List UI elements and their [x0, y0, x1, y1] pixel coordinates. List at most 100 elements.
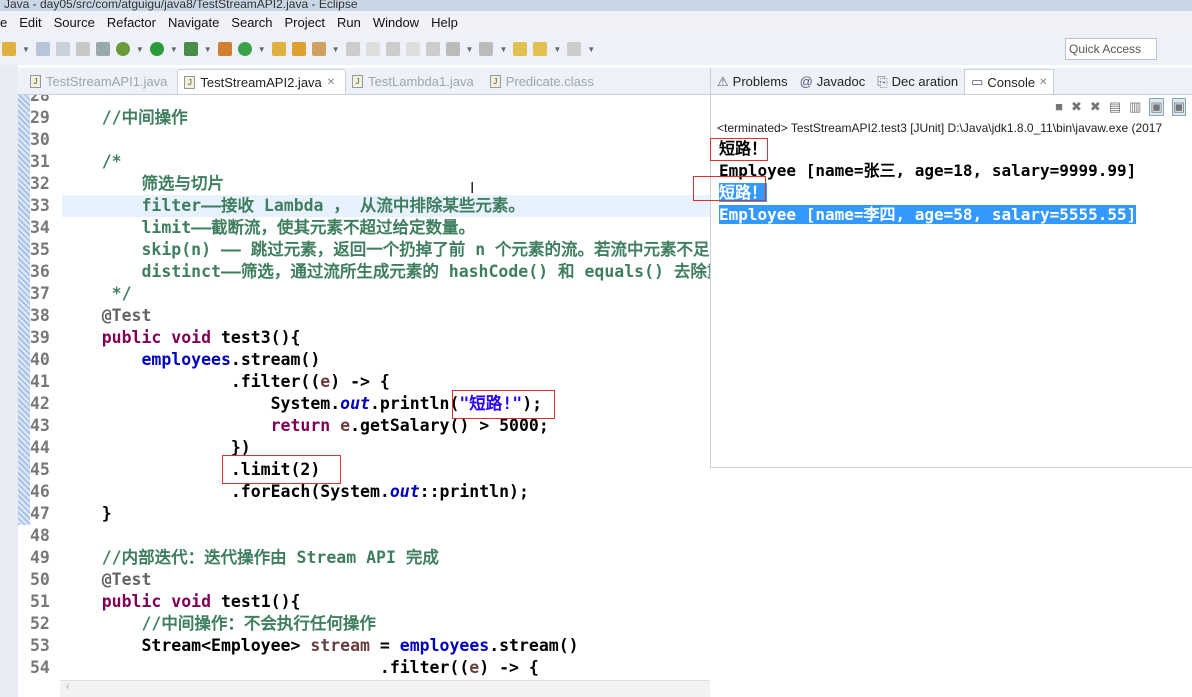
code-token: /* [101, 152, 122, 171]
code-line: 43 return e.getSalary() > 5000; [18, 415, 710, 437]
code-line: 30 [18, 129, 710, 151]
debug-icon[interactable] [115, 42, 130, 56]
code-text: employees.stream() [62, 349, 320, 371]
code-line: 35 skip(n) —— 跳过元素，返回一个扔掉了前 n 个元素的流。若流中元… [18, 239, 710, 261]
tab-label: TestLambda1.java [368, 74, 474, 89]
close-icon[interactable]: ✕ [1039, 77, 1047, 88]
print-icon[interactable] [75, 42, 90, 56]
terminate-icon[interactable]: ■ [1055, 99, 1063, 114]
code-token: //中间操作：不会执行任何操作 [141, 614, 376, 633]
menu-item-help[interactable]: Help [431, 15, 458, 30]
new-class-icon[interactable] [237, 42, 252, 56]
annotation-icon[interactable] [345, 42, 360, 56]
tab-problems[interactable]: ⚠ Problems [711, 69, 794, 94]
remove-all-icon[interactable]: ✖ [1090, 99, 1101, 115]
mark-icon[interactable] [365, 42, 380, 56]
code-text: //中间操作：不会执行任何操作 [62, 613, 376, 635]
console-output[interactable]: 短路！ Employee [name=张三, age=18, salary=999… [711, 138, 1192, 226]
tab-editor-file[interactable]: J TestStreamAPI1.java [24, 69, 177, 94]
code-text: //内部迭代：迭代操作由 Stream API 完成 [62, 547, 439, 569]
code-line: 39 public void test3(){ [18, 327, 710, 349]
tab-decaration[interactable]: ⎘ Dec aration [871, 69, 964, 94]
code-text: */ [62, 283, 132, 305]
menu-item-navigate[interactable]: Navigate [168, 15, 219, 30]
code-token: e [340, 416, 351, 435]
line-number: 30 [30, 130, 50, 149]
code-token: limit——截断流，使其元素不超过给定数量。 [141, 218, 476, 237]
code-text: .forEach(System.out::println); [62, 481, 529, 503]
remove-launch-icon[interactable]: ✖ [1071, 99, 1082, 115]
menu-item-window[interactable]: Window [373, 15, 419, 30]
menu-item-search[interactable]: Search [231, 15, 272, 30]
menu-item-refactor[interactable]: Refactor [107, 15, 156, 30]
search-icon[interactable] [311, 42, 326, 56]
scroll-lock-icon[interactable]: ▥ [1129, 99, 1141, 115]
code-token: test3(){ [211, 328, 301, 347]
menu-item-source[interactable]: Source [54, 15, 95, 30]
tab-label: Console [987, 74, 1036, 90]
pin-console-icon[interactable]: ▣ [1149, 97, 1164, 116]
annotation-box [452, 390, 555, 419]
tab-editor-file[interactable]: J Predicate.class [484, 69, 604, 94]
tab-console[interactable]: ▭ Console ✕ [964, 69, 1055, 94]
line-number: 52 [30, 614, 50, 633]
code-token: employees [399, 636, 490, 655]
code-line: 36 distinct——筛选，通过流所生成元素的 hashCode() 和 e… [18, 261, 710, 283]
horizontal-scrollbar[interactable]: ‹ [60, 680, 710, 697]
code-line: 54 .filter((e) -> { [18, 657, 710, 679]
next-annotation-icon[interactable] [445, 42, 460, 56]
back-icon[interactable] [533, 42, 548, 56]
run-icon[interactable] [149, 42, 164, 56]
save-all-icon[interactable] [55, 42, 70, 56]
tab-label: TestStreamAPI1.java [46, 74, 168, 89]
tab-editor-file[interactable]: J TestLambda1.java [346, 69, 484, 94]
javadoc-icon: @ [799, 74, 813, 89]
new-package-icon[interactable] [217, 42, 232, 56]
tab-label: Problems [732, 74, 788, 89]
toolbar: ▼ ▼ ▼ ▼ ▼ ▼ ▼ ▼ ▼ ▼ [0, 33, 1192, 65]
menu-item-project[interactable]: Project [285, 15, 325, 30]
menu-item-e[interactable]: e [0, 15, 7, 30]
save-icon[interactable] [35, 42, 50, 56]
menu-item-edit[interactable]: Edit [19, 15, 41, 30]
console-icon: ▭ [971, 74, 984, 89]
code-token: e [320, 372, 331, 391]
code-token: distinct——筛选，通过流所生成元素的 hashCode() 和 equa… [141, 262, 710, 281]
show-whitespace-icon[interactable] [425, 42, 440, 56]
code-token: return [270, 416, 331, 435]
close-icon[interactable]: ✕ [327, 77, 335, 88]
code-token: System. [62, 394, 341, 413]
external-tools-icon[interactable] [183, 42, 198, 56]
left-trim-bar [0, 65, 18, 697]
quick-access-input[interactable]: Quick Access [1065, 38, 1157, 60]
code-line: 28 [18, 95, 710, 107]
skip-breakpoints-icon[interactable] [95, 42, 110, 56]
open-folder-icon[interactable] [291, 42, 306, 56]
annotation-box [693, 176, 766, 201]
tab-javadoc[interactable]: @ Javadoc [794, 69, 872, 94]
display-console-icon[interactable]: ▣ [1171, 97, 1186, 116]
line-number: 43 [30, 416, 50, 435]
prev-annotation-icon[interactable] [479, 42, 494, 56]
block-icon[interactable] [405, 42, 420, 56]
new-icon[interactable] [2, 42, 16, 56]
code-text: .filter((e) -> { [62, 657, 539, 679]
last-edit-icon[interactable] [513, 42, 528, 56]
menu-item-run[interactable]: Run [337, 15, 361, 30]
forward-icon[interactable] [567, 42, 582, 56]
line-number: 33 [30, 196, 50, 215]
code-line: 51 public void test1(){ [18, 591, 710, 613]
code-editor[interactable]: 28 29 //中间操作 30 31 /* 32 筛选与切片 33 filter——接收 … [18, 95, 710, 680]
code-token: stream [310, 636, 370, 655]
open-type-icon[interactable] [271, 42, 286, 56]
code-token: @Test [101, 306, 152, 325]
code-line: 53 Stream<Employee> stream = employees.s… [18, 635, 710, 657]
tab-editor-file[interactable]: J TestStreamAPI2.java ✕ [177, 69, 347, 94]
clear-console-icon[interactable]: ▤ [1109, 99, 1121, 115]
toggle-icon[interactable] [385, 42, 400, 56]
code-token: = [369, 636, 400, 655]
code-token: ) -> { [479, 658, 539, 677]
